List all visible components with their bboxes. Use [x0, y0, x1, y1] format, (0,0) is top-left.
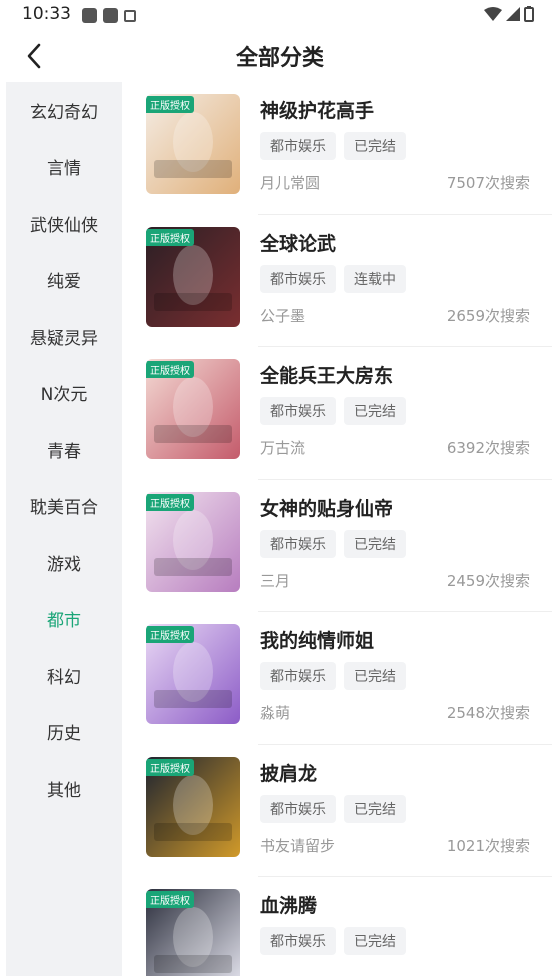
book-cover[interactable]: 正版授权 — [146, 491, 240, 592]
book-tag: 已完结 — [344, 397, 406, 425]
sidebar-item-category[interactable]: 青春 — [6, 421, 122, 478]
book-author: 三月 — [260, 571, 291, 590]
book-list-item[interactable]: 正版授权 全球论武都市娱乐 连载中公子墨 2659次搜索 — [140, 215, 552, 348]
book-tags: 都市娱乐 已完结 — [260, 927, 406, 955]
notification-icons — [82, 8, 136, 23]
book-tag: 已完结 — [344, 927, 406, 955]
page-title: 全部分类 — [235, 46, 324, 71]
book-author: 万古流 — [260, 439, 306, 457]
notification-icon — [103, 8, 118, 23]
signal-icon — [506, 7, 520, 21]
book-title[interactable]: 神级护花高手 — [260, 96, 374, 123]
book-cover[interactable]: 正版授权 — [146, 94, 240, 194]
book-tag: 都市娱乐 — [260, 927, 336, 955]
book-tag: 都市娱乐 — [260, 529, 336, 558]
sidebar-item-category[interactable]: 耽美百合 — [6, 478, 122, 535]
book-title[interactable]: 披肩龙 — [260, 759, 317, 786]
header: 全部分类 — [0, 32, 560, 78]
sidebar-item-category[interactable]: 悬疑灵异 — [6, 308, 122, 365]
cover-badge: 正版授权 — [146, 493, 194, 511]
search-count: 2548次搜索 — [446, 704, 530, 722]
book-author: 淼萌 — [260, 704, 291, 722]
book-tag: 连载中 — [344, 264, 406, 293]
book-tag: 都市娱乐 — [260, 794, 336, 823]
book-title[interactable]: 全能兵王大房东 — [260, 361, 393, 388]
book-list-item[interactable]: 正版授权 我的纯情师姐 都市娱乐 已完结 淼萌 2548次搜索 — [140, 612, 552, 745]
sidebar-item-category[interactable]: 历史 — [6, 704, 122, 761]
book-tag: 都市娱乐 — [260, 662, 336, 690]
book-tag: 都市娱乐 — [260, 132, 336, 160]
book-tags: 都市娱乐 已完结 — [260, 132, 406, 160]
status-bar: 10:33 — [0, 0, 560, 32]
book-tag: 都市娱乐 — [260, 264, 336, 293]
cover-badge: 正版授权 — [146, 758, 194, 776]
sidebar-item-category[interactable]: 游戏 — [6, 534, 122, 591]
book-list-item[interactable]: 正版授权 女神的贴身仙帝 都市娱乐 已完结三月 2459次搜索 — [140, 480, 552, 613]
book-title[interactable]: 我的纯情师姐 — [260, 626, 374, 653]
status-time: 10:33 — [22, 4, 71, 24]
sidebar-item-category[interactable]: 其他 — [6, 760, 122, 817]
book-tag: 都市娱乐 — [260, 397, 336, 425]
sidebar-item-category[interactable]: 科幻 — [6, 647, 122, 704]
search-count: 1021次搜索 — [446, 836, 530, 855]
sidebar-item-category[interactable]: N次元 — [6, 365, 122, 422]
system-icons — [484, 6, 534, 22]
sidebar-item-category[interactable]: 武侠仙侠 — [6, 195, 122, 252]
book-list-item[interactable]: 正版授权 血沸腾都市娱乐 已完结 — [140, 877, 552, 976]
cover-badge: 正版授权 — [146, 361, 194, 378]
sidebar-item-category[interactable]: 都市 — [6, 591, 122, 648]
search-count: 7507次搜索 — [446, 174, 530, 192]
book-tags: 都市娱乐 连载中 — [260, 264, 406, 293]
book-author: 书友请留步 — [260, 836, 336, 855]
notification-icon — [82, 8, 97, 23]
book-author: 月儿常圆 — [260, 174, 321, 192]
cover-badge: 正版授权 — [146, 626, 194, 643]
search-count: 2459次搜索 — [446, 571, 530, 590]
book-cover[interactable]: 正版授权 — [146, 359, 240, 459]
cover-badge: 正版授权 — [146, 228, 194, 246]
book-cover[interactable]: 正版授权 — [146, 756, 240, 857]
book-tags: 都市娱乐 已完结 — [260, 529, 406, 558]
book-tag: 已完结 — [344, 662, 406, 690]
battery-icon — [524, 6, 534, 22]
search-count: 2659次搜索 — [446, 306, 530, 325]
book-cover[interactable]: 正版授权 — [146, 226, 240, 327]
book-tag: 已完结 — [344, 529, 406, 558]
sidebar-item-category[interactable]: 玄幻奇幻 — [6, 82, 122, 139]
book-cover[interactable]: 正版授权 — [146, 889, 240, 976]
book-cover[interactable]: 正版授权 — [146, 624, 240, 724]
book-list: 正版授权 神级护花高手 都市娱乐 已完结 月儿常圆 7507次搜索 正版授权 全球论武 都市娱乐… — [140, 82, 552, 976]
book-tags: 都市娱乐 已完结 — [260, 794, 406, 823]
book-tags: 都市娱乐 已完结 — [260, 662, 406, 690]
book-title[interactable]: 女神的贴身仙帝 — [260, 494, 393, 521]
book-author: 公子墨 — [260, 306, 306, 325]
book-title[interactable]: 全球论武 — [260, 229, 336, 256]
book-tags: 都市娱乐 已完结 — [260, 397, 406, 425]
sidebar-item-category[interactable]: 言情 — [6, 139, 122, 196]
book-list-item[interactable]: 正版授权 神级护花高手 都市娱乐 已完结 月儿常圆 7507次搜索 — [140, 82, 552, 215]
book-tag: 已完结 — [344, 132, 406, 160]
sidebar-item-category[interactable]: 纯爱 — [6, 252, 122, 309]
notification-icon — [124, 10, 136, 22]
book-list-item[interactable]: 正版授权 全能兵王大房东 都市娱乐 已完结万古流 6392次搜索 — [140, 347, 552, 480]
book-title[interactable]: 血沸腾 — [260, 891, 317, 918]
book-list-item[interactable]: 正版授权 披肩龙 都市娱乐 已完结 书友请留步 1021次搜索 — [140, 745, 552, 878]
category-sidebar: 玄幻奇幻 言情 武侠仙侠 纯爱 悬疑灵异 N次元 青春 耽美百合 游戏 都市 科幻 历史 其他 — [6, 82, 122, 976]
cover-badge: 正版授权 — [146, 891, 194, 908]
search-count: 6392次搜索 — [446, 439, 530, 457]
wifi-icon — [484, 7, 502, 21]
cover-badge: 正版授权 — [146, 96, 194, 113]
book-tag: 已完结 — [344, 794, 406, 823]
